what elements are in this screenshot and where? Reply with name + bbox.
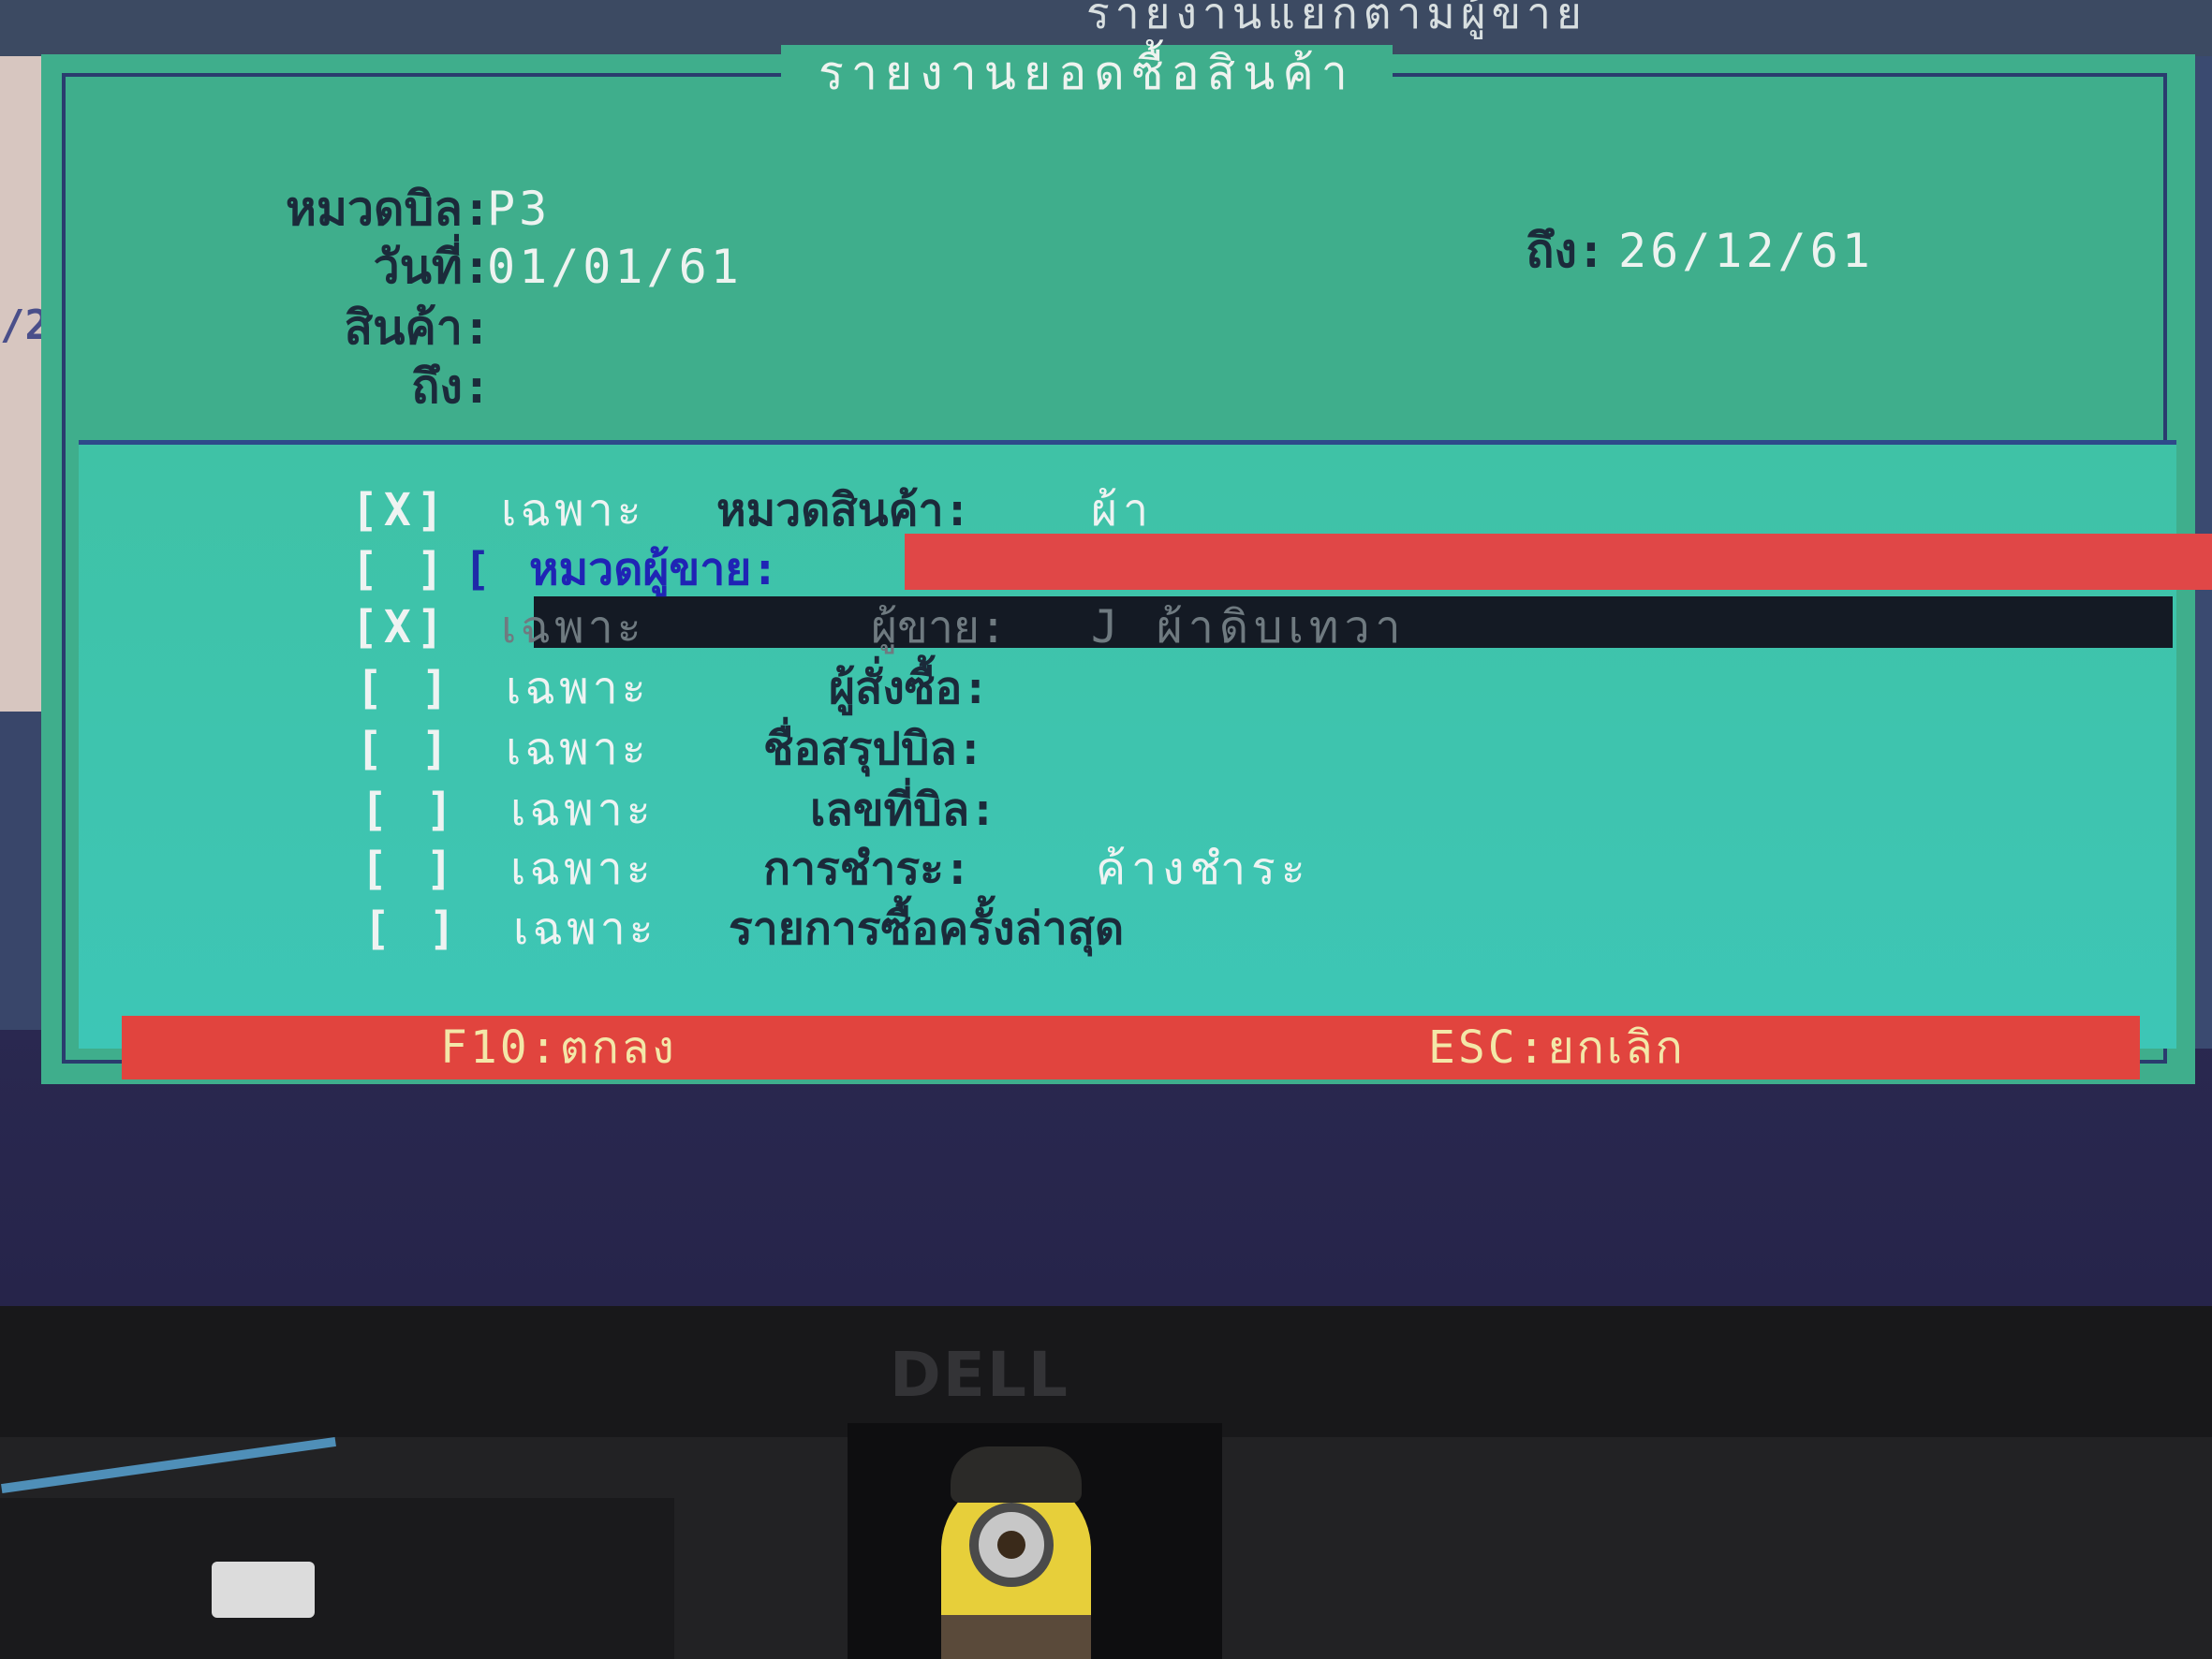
background-window-title: รายงานแยกตามผู้ขาย bbox=[1086, 0, 1587, 38]
checkbox-bill-summary[interactable]: [ ] bbox=[356, 721, 454, 777]
bill-number-label: เลขที่บิล: bbox=[810, 784, 997, 836]
usb-plug bbox=[212, 1562, 315, 1618]
checkbox-vendor[interactable]: [X] bbox=[351, 599, 450, 655]
confirm-button[interactable]: F10:ตกลง bbox=[440, 1020, 677, 1076]
monitor-bezel bbox=[0, 1306, 2212, 1437]
option-row-product-category[interactable]: [X] เฉพาะ หมวดสินค้า: ผ้า bbox=[351, 482, 2131, 538]
monitor-brand-logo: DELL bbox=[890, 1339, 1069, 1411]
option-row-bill-summary[interactable]: [ ] เฉพาะ ชื่อสรุปบิล: bbox=[356, 721, 2135, 777]
product-to-label: ถึง: bbox=[411, 360, 491, 414]
only-label: เฉพาะ bbox=[506, 723, 650, 775]
date-to-label: ถึง: bbox=[1526, 224, 1605, 278]
bill-category-label: หมวดบิล: bbox=[286, 182, 491, 236]
latest-purchase-label: รายการซื้อครั้งล่าสุด bbox=[729, 903, 1125, 955]
checkbox-bill-number[interactable]: [ ] bbox=[361, 782, 459, 838]
only-label: เฉพาะ bbox=[506, 662, 650, 714]
usb-hub bbox=[0, 1498, 674, 1659]
only-label: เฉพาะ bbox=[510, 784, 655, 836]
only-label: เฉพาะ bbox=[510, 843, 655, 895]
only-label: เฉพาะ bbox=[501, 601, 645, 653]
option-row-vendor-category[interactable]: [ ] [ หมวดผู้ขาย: bbox=[351, 541, 2131, 597]
checkbox-latest-purchase[interactable]: [ ] bbox=[363, 901, 462, 957]
cancel-button[interactable]: ESC:ยกเลิก bbox=[1428, 1020, 1686, 1076]
option-row-orderer[interactable]: [ ] เฉพาะ ผู้สั่งซื้อ: bbox=[356, 660, 2135, 716]
monitor-screen: รายงานแยกตามผู้ขาย /2 รายงานยอดซื้อสินค้… bbox=[0, 0, 2212, 1306]
focus-cursor-bracket: [ bbox=[464, 543, 491, 595]
photo-root: รายงานแยกตามผู้ขาย /2 รายงานยอดซื้อสินค้… bbox=[0, 0, 2212, 1659]
bill-summary-label: ชื่อสรุปบิล: bbox=[763, 723, 984, 775]
minion-figurine bbox=[922, 1437, 1110, 1659]
orderer-label: ผู้สั่งซื้อ: bbox=[829, 662, 990, 714]
product-category-label: หมวดสินค้า: bbox=[716, 484, 971, 536]
figurine-eye bbox=[997, 1531, 1025, 1559]
payment-value[interactable]: ค้างชำระ bbox=[1096, 841, 1311, 897]
dialog-footer-bar: F10:ตกลง ESC:ยกเลิก bbox=[122, 1016, 2140, 1079]
product-from-field[interactable] bbox=[487, 300, 768, 356]
product-to-field[interactable] bbox=[487, 359, 768, 415]
date-label: วันที่: bbox=[373, 240, 491, 294]
vendor-value[interactable]: J ผ้าดิบเทวา bbox=[1091, 599, 1406, 655]
figurine-hat bbox=[951, 1446, 1082, 1503]
option-row-vendor[interactable]: [X] เฉพาะ ผู้ขาย: J ผ้าดิบเทวา bbox=[351, 599, 2131, 655]
only-label: เฉพาะ bbox=[501, 484, 645, 536]
bill-category-field[interactable]: P3 bbox=[487, 181, 551, 237]
figurine-overalls bbox=[941, 1615, 1091, 1659]
option-row-bill-number[interactable]: [ ] เฉพาะ เลขที่บิล: bbox=[361, 782, 2140, 838]
checkbox-orderer[interactable]: [ ] bbox=[356, 660, 454, 716]
product-label: สินค้า: bbox=[344, 301, 491, 355]
vendor-category-label: หมวดผู้ขาย: bbox=[529, 543, 779, 595]
date-from-field[interactable]: 01/01/61 bbox=[487, 239, 743, 295]
payment-label: การชำระ: bbox=[763, 843, 971, 895]
option-row-payment[interactable]: [ ] เฉพาะ การชำระ: ค้างชำระ bbox=[361, 841, 2140, 897]
checkbox-payment[interactable]: [ ] bbox=[361, 841, 459, 897]
vendor-label: ผู้ขาย: bbox=[871, 601, 1007, 653]
date-to-field[interactable]: 26/12/61 bbox=[1618, 223, 1874, 279]
checkbox-product-category[interactable]: [X] bbox=[351, 482, 450, 538]
option-row-latest-purchase[interactable]: [ ] เฉพาะ รายการซื้อครั้งล่าสุด bbox=[363, 901, 2143, 957]
product-category-value[interactable]: ผ้า bbox=[1091, 482, 1154, 538]
only-label: เฉพาะ bbox=[513, 903, 657, 955]
dialog-title: รายงานยอดซื้อสินค้า bbox=[781, 45, 1393, 101]
checkbox-vendor-category[interactable]: [ ] bbox=[351, 541, 450, 597]
